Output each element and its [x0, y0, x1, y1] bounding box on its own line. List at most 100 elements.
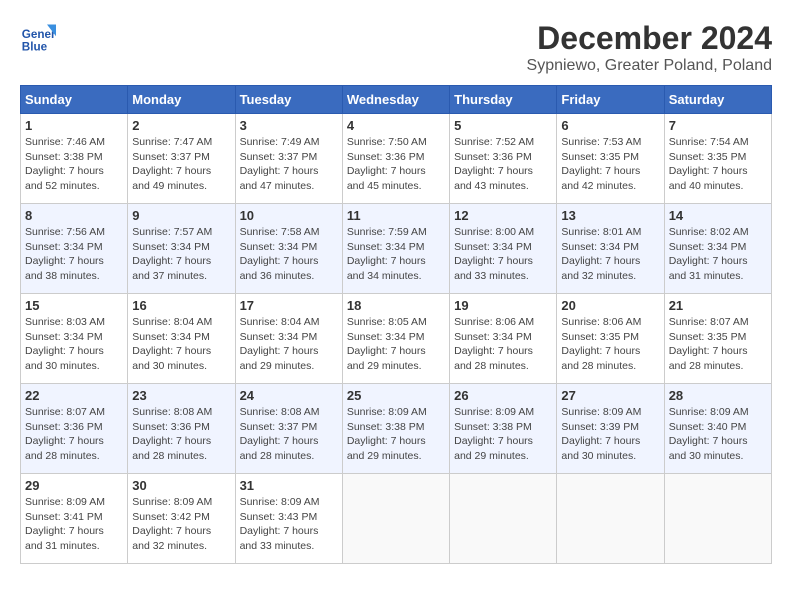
- day-info: Sunrise: 8:08 AMSunset: 3:37 PMDaylight:…: [240, 405, 338, 464]
- calendar-week-row: 22Sunrise: 8:07 AMSunset: 3:36 PMDayligh…: [21, 384, 772, 474]
- day-number: 31: [240, 478, 338, 493]
- calendar-cell: 30Sunrise: 8:09 AMSunset: 3:42 PMDayligh…: [128, 474, 235, 564]
- day-info: Sunrise: 7:56 AMSunset: 3:34 PMDaylight:…: [25, 225, 123, 284]
- day-number: 4: [347, 118, 445, 133]
- weekday-header: Saturday: [664, 86, 771, 114]
- weekday-header: Tuesday: [235, 86, 342, 114]
- day-number: 23: [132, 388, 230, 403]
- day-number: 15: [25, 298, 123, 313]
- day-number: 7: [669, 118, 767, 133]
- day-number: 12: [454, 208, 552, 223]
- calendar-cell: 20 Sunrise: 8:06 AMSunset: 3:35 PMDayligh…: [557, 294, 664, 384]
- month-title: December 2024: [527, 20, 772, 57]
- day-info: Sunrise: 7:58 AMSunset: 3:34 PMDaylight:…: [240, 225, 338, 284]
- day-number: 21: [669, 298, 767, 313]
- calendar-cell: 2 Sunrise: 7:47 AMSunset: 3:37 PMDaylight…: [128, 114, 235, 204]
- day-number: 27: [561, 388, 659, 403]
- calendar-cell: 17 Sunrise: 8:04 AMSunset: 3:34 PMDayligh…: [235, 294, 342, 384]
- calendar-week-row: 1Sunrise: 7:46 AMSunset: 3:38 PMDaylight…: [21, 114, 772, 204]
- day-info: Sunrise: 8:07 AMSunset: 3:35 PMDaylight:…: [669, 315, 767, 374]
- day-number: 11: [347, 208, 445, 223]
- day-number: 18: [347, 298, 445, 313]
- day-number: 20: [561, 298, 659, 313]
- day-info: Sunrise: 8:00 AMSunset: 3:34 PMDaylight:…: [454, 225, 552, 284]
- calendar-cell: [450, 474, 557, 564]
- day-info: Sunrise: 8:05 AMSunset: 3:34 PMDaylight:…: [347, 315, 445, 374]
- day-info: Sunrise: 8:09 AMSunset: 3:43 PMDaylight:…: [240, 495, 338, 554]
- page-header: General Blue December 2024 Sypniewo, Gre…: [20, 20, 772, 75]
- calendar-week-row: 29 Sunrise: 8:09 AMSunset: 3:41 PMDayligh…: [21, 474, 772, 564]
- title-area: December 2024 Sypniewo, Greater Poland, …: [527, 20, 772, 75]
- calendar-cell: [557, 474, 664, 564]
- day-info: Sunrise: 7:49 AMSunset: 3:37 PMDaylight:…: [240, 135, 338, 194]
- calendar-cell: 14 Sunrise: 8:02 AMSunset: 3:34 PMDayligh…: [664, 204, 771, 294]
- weekday-header: Sunday: [21, 86, 128, 114]
- calendar-cell: 7 Sunrise: 7:54 AMSunset: 3:35 PMDaylight…: [664, 114, 771, 204]
- day-number: 29: [25, 478, 123, 493]
- day-number: 25: [347, 388, 445, 403]
- day-number: 2: [132, 118, 230, 133]
- calendar-header: SundayMondayTuesdayWednesdayThursdayFrid…: [21, 86, 772, 114]
- day-info: Sunrise: 7:50 AMSunset: 3:36 PMDaylight:…: [347, 135, 445, 194]
- logo-icon: General Blue: [20, 20, 56, 56]
- weekday-header: Thursday: [450, 86, 557, 114]
- day-info: Sunrise: 8:09 AMSunset: 3:41 PMDaylight:…: [25, 495, 123, 554]
- day-number: 24: [240, 388, 338, 403]
- day-info: Sunrise: 8:01 AMSunset: 3:34 PMDaylight:…: [561, 225, 659, 284]
- day-number: 14: [669, 208, 767, 223]
- day-number: 16: [132, 298, 230, 313]
- calendar-week-row: 8Sunrise: 7:56 AMSunset: 3:34 PMDaylight…: [21, 204, 772, 294]
- calendar-table: SundayMondayTuesdayWednesdayThursdayFrid…: [20, 85, 772, 564]
- svg-text:General: General: [22, 28, 56, 41]
- day-info: Sunrise: 8:04 AMSunset: 3:34 PMDaylight:…: [240, 315, 338, 374]
- calendar-week-row: 15Sunrise: 8:03 AMSunset: 3:34 PMDayligh…: [21, 294, 772, 384]
- calendar-cell: 19 Sunrise: 8:06 AMSunset: 3:34 PMDayligh…: [450, 294, 557, 384]
- day-info: Sunrise: 8:04 AMSunset: 3:34 PMDaylight:…: [132, 315, 230, 374]
- calendar-cell: 11Sunrise: 7:59 AMSunset: 3:34 PMDayligh…: [342, 204, 449, 294]
- logo: General Blue: [20, 20, 56, 56]
- location-title: Sypniewo, Greater Poland, Poland: [527, 57, 772, 75]
- day-info: Sunrise: 7:54 AMSunset: 3:35 PMDaylight:…: [669, 135, 767, 194]
- day-info: Sunrise: 8:09 AMSunset: 3:40 PMDaylight:…: [669, 405, 767, 464]
- day-info: Sunrise: 8:09 AMSunset: 3:38 PMDaylight:…: [347, 405, 445, 464]
- calendar-body: 1Sunrise: 7:46 AMSunset: 3:38 PMDaylight…: [21, 114, 772, 564]
- day-number: 13: [561, 208, 659, 223]
- calendar-cell: 9Sunrise: 7:57 AMSunset: 3:34 PMDaylight…: [128, 204, 235, 294]
- weekday-header: Monday: [128, 86, 235, 114]
- day-number: 6: [561, 118, 659, 133]
- calendar-cell: 22Sunrise: 8:07 AMSunset: 3:36 PMDayligh…: [21, 384, 128, 474]
- calendar-cell: 18 Sunrise: 8:05 AMSunset: 3:34 PMDayligh…: [342, 294, 449, 384]
- calendar-cell: 28Sunrise: 8:09 AMSunset: 3:40 PMDayligh…: [664, 384, 771, 474]
- calendar-cell: 15Sunrise: 8:03 AMSunset: 3:34 PMDayligh…: [21, 294, 128, 384]
- calendar-cell: 21 Sunrise: 8:07 AMSunset: 3:35 PMDayligh…: [664, 294, 771, 384]
- calendar-cell: [664, 474, 771, 564]
- weekday-header: Wednesday: [342, 86, 449, 114]
- calendar-cell: 5Sunrise: 7:52 AMSunset: 3:36 PMDaylight…: [450, 114, 557, 204]
- day-info: Sunrise: 8:06 AMSunset: 3:35 PMDaylight:…: [561, 315, 659, 374]
- day-number: 19: [454, 298, 552, 313]
- day-info: Sunrise: 7:46 AMSunset: 3:38 PMDaylight:…: [25, 135, 123, 194]
- calendar-cell: 1Sunrise: 7:46 AMSunset: 3:38 PMDaylight…: [21, 114, 128, 204]
- calendar-cell: 4 Sunrise: 7:50 AMSunset: 3:36 PMDaylight…: [342, 114, 449, 204]
- calendar-cell: 13 Sunrise: 8:01 AMSunset: 3:34 PMDayligh…: [557, 204, 664, 294]
- day-info: Sunrise: 8:08 AMSunset: 3:36 PMDaylight:…: [132, 405, 230, 464]
- day-info: Sunrise: 8:02 AMSunset: 3:34 PMDaylight:…: [669, 225, 767, 284]
- calendar-cell: 16 Sunrise: 8:04 AMSunset: 3:34 PMDayligh…: [128, 294, 235, 384]
- day-number: 3: [240, 118, 338, 133]
- day-info: Sunrise: 8:09 AMSunset: 3:39 PMDaylight:…: [561, 405, 659, 464]
- day-info: Sunrise: 7:47 AMSunset: 3:37 PMDaylight:…: [132, 135, 230, 194]
- day-number: 17: [240, 298, 338, 313]
- calendar-cell: 24 Sunrise: 8:08 AMSunset: 3:37 PMDayligh…: [235, 384, 342, 474]
- calendar-cell: 31 Sunrise: 8:09 AMSunset: 3:43 PMDayligh…: [235, 474, 342, 564]
- day-info: Sunrise: 8:06 AMSunset: 3:34 PMDaylight:…: [454, 315, 552, 374]
- day-info: Sunrise: 8:09 AMSunset: 3:38 PMDaylight:…: [454, 405, 552, 464]
- day-number: 10: [240, 208, 338, 223]
- calendar-cell: 23 Sunrise: 8:08 AMSunset: 3:36 PMDayligh…: [128, 384, 235, 474]
- svg-text:Blue: Blue: [22, 41, 48, 54]
- day-info: Sunrise: 8:07 AMSunset: 3:36 PMDaylight:…: [25, 405, 123, 464]
- calendar-cell: 26Sunrise: 8:09 AMSunset: 3:38 PMDayligh…: [450, 384, 557, 474]
- calendar-cell: 27 Sunrise: 8:09 AMSunset: 3:39 PMDayligh…: [557, 384, 664, 474]
- day-number: 30: [132, 478, 230, 493]
- calendar-cell: 10 Sunrise: 7:58 AMSunset: 3:34 PMDayligh…: [235, 204, 342, 294]
- day-number: 9: [132, 208, 230, 223]
